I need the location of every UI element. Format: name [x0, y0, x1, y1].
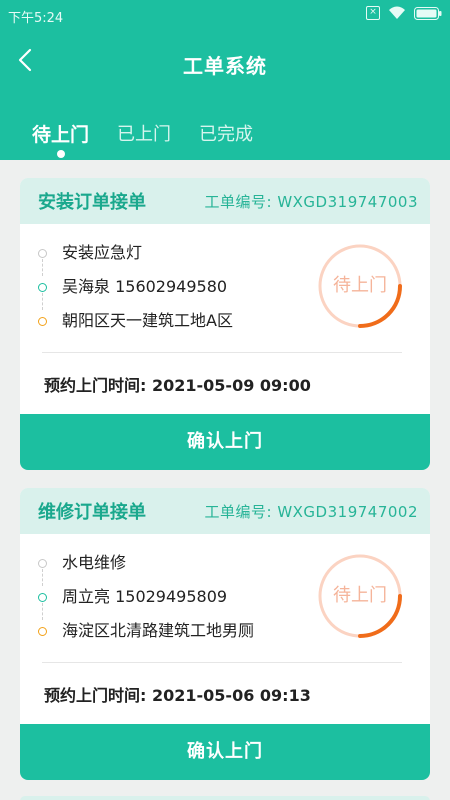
- order-service: 安装应急灯: [62, 243, 143, 262]
- order-type: 安装订单接单: [38, 192, 146, 213]
- tab-label: 已上门: [117, 124, 172, 145]
- status-icons: ×: [366, 6, 442, 20]
- order-number: 工单编号: WXGD319747003: [204, 192, 418, 211]
- order-number: 工单编号: WXGD319747002: [204, 502, 418, 521]
- tab-completed[interactable]: 已完成: [199, 120, 253, 147]
- tab-active-indicator: [56, 150, 65, 158]
- confirm-visit-button[interactable]: 确认上门: [20, 414, 430, 470]
- order-card-partial: [20, 796, 430, 800]
- timeline-connector: [42, 603, 43, 620]
- appointment-label: 预约上门时间:: [44, 376, 147, 395]
- timeline-dot: [38, 559, 47, 568]
- timeline-dot: [38, 283, 47, 292]
- appointment-value: 2021-05-06 09:13: [151, 686, 311, 705]
- order-contact: 周立亮 15029495809: [62, 587, 228, 606]
- order-address-row: 朝阳区天一建筑工地A区: [38, 310, 233, 344]
- timeline-connector: [42, 293, 43, 310]
- order-card: 安装订单接单 工单编号: WXGD319747003 安装应急灯 吴海泉 156…: [20, 178, 430, 470]
- tab-visited[interactable]: 已上门: [117, 120, 171, 147]
- order-service-row: 水电维修: [38, 552, 254, 586]
- timeline-dot: [38, 593, 47, 602]
- tab-label: 已完成: [199, 124, 254, 145]
- divider: [42, 662, 402, 663]
- order-contact-row: 周立亮 15029495809: [38, 586, 254, 620]
- timeline-connector: [42, 569, 43, 586]
- appointment-time: 预约上门时间: 2021-05-06 09:13: [44, 682, 311, 706]
- wifi-icon: [388, 6, 406, 20]
- page-title: 工单系统: [183, 54, 267, 78]
- appointment-label: 预约上门时间:: [44, 686, 147, 705]
- order-contact-row: 吴海泉 15602949580: [38, 276, 233, 310]
- timeline-connector: [42, 259, 43, 276]
- order-contact: 吴海泉 15602949580: [62, 277, 228, 296]
- order-address: 朝阳区天一建筑工地A区: [62, 311, 233, 330]
- order-card: 维修订单接单 工单编号: WXGD319747002 水电维修 周立亮 1502…: [20, 488, 430, 780]
- order-address: 海淀区北清路建筑工地男厕: [62, 621, 255, 640]
- divider: [42, 352, 402, 353]
- timeline-dot: [38, 249, 47, 258]
- status-time: 下午5:24: [8, 11, 64, 26]
- sim-icon: ×: [366, 6, 380, 20]
- order-card-body: 安装应急灯 吴海泉 15602949580 朝阳区天一建筑工地A区 待上门 预约…: [20, 224, 430, 414]
- app-header: 下午5:24 × 工单系统 待上门 已上门 已完成: [0, 0, 450, 160]
- appointment-time: 预约上门时间: 2021-05-09 09:00: [44, 372, 311, 396]
- status-ring: 待上门: [316, 242, 404, 330]
- tab-bar: 待上门 已上门 已完成: [32, 120, 253, 158]
- order-service-row: 安装应急灯: [38, 242, 233, 276]
- order-type: 维修订单接单: [38, 502, 146, 523]
- status-bar: 下午5:24 ×: [0, 0, 450, 30]
- tab-label: 待上门: [32, 124, 90, 146]
- order-card-body: 水电维修 周立亮 15029495809 海淀区北清路建筑工地男厕 待上门 预约…: [20, 534, 430, 724]
- order-service: 水电维修: [62, 553, 127, 572]
- tab-pending[interactable]: 待上门: [32, 120, 90, 158]
- status-label: 待上门: [333, 275, 387, 296]
- battery-icon: [414, 6, 442, 20]
- timeline-dot: [38, 627, 47, 636]
- order-card-header: 安装订单接单 工单编号: WXGD319747003: [20, 178, 430, 224]
- confirm-visit-button[interactable]: 确认上门: [20, 724, 430, 780]
- status-label: 待上门: [333, 585, 387, 606]
- order-info-list: 安装应急灯 吴海泉 15602949580 朝阳区天一建筑工地A区: [38, 242, 233, 344]
- appointment-value: 2021-05-09 09:00: [151, 376, 311, 395]
- timeline-dot: [38, 317, 47, 326]
- order-address-row: 海淀区北清路建筑工地男厕: [38, 620, 254, 654]
- order-info-list: 水电维修 周立亮 15029495809 海淀区北清路建筑工地男厕: [38, 552, 254, 654]
- status-ring: 待上门: [316, 552, 404, 640]
- order-card-header: 维修订单接单 工单编号: WXGD319747002: [20, 488, 430, 534]
